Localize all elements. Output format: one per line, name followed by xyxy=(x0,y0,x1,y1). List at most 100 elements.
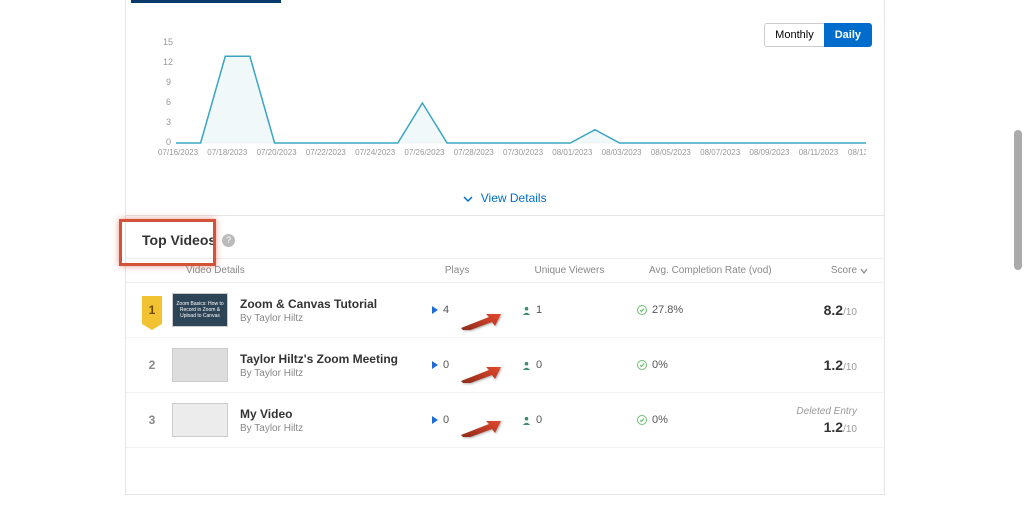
rate-value: 0% xyxy=(652,414,668,426)
video-meta: Zoom & Canvas Tutorial By Taylor Hiltz xyxy=(240,297,432,324)
svg-text:07/24/2023: 07/24/2023 xyxy=(355,148,396,157)
chart-area: Monthly Daily 0 3 6 9 12 15 07/16/202307… xyxy=(126,3,884,183)
svg-text:3: 3 xyxy=(166,117,171,127)
granularity-toggle: Monthly Daily xyxy=(764,23,872,47)
video-thumbnail[interactable] xyxy=(172,348,228,382)
play-icon xyxy=(432,306,438,314)
rank-cell: 1 xyxy=(142,296,162,324)
x-axis: 07/16/2023 07/18/2023 07/20/2023 07/22/2023… xyxy=(158,148,866,157)
col-header-rate: Avg. Completion Rate (vod) xyxy=(649,265,788,276)
chart-panel: Monthly Daily 0 3 6 9 12 15 07/16/202307… xyxy=(125,0,885,220)
viewers-metric: 0 xyxy=(522,414,637,426)
score-metric: 1.2/10 xyxy=(777,357,857,373)
top-videos-panel: Top Videos ? Video Details Plays Unique … xyxy=(125,215,885,495)
video-author: By Taylor Hiltz xyxy=(240,423,432,434)
video-title[interactable]: My Video xyxy=(240,407,432,421)
viewers-metric: 0 xyxy=(522,359,637,371)
person-icon xyxy=(522,416,531,425)
score-metric: Deleted Entry 1.2/10 xyxy=(777,406,857,435)
table-row[interactable]: 2 Taylor Hiltz's Zoom Meeting By Taylor Hi… xyxy=(126,338,884,393)
col-header-plays: Plays xyxy=(445,265,535,276)
chevron-down-icon xyxy=(463,194,473,204)
video-title[interactable]: Zoom & Canvas Tutorial xyxy=(240,297,432,311)
svg-text:12: 12 xyxy=(163,57,173,67)
line-chart: 0 3 6 9 12 15 07/16/2023 07/18/2023 07/20/… xyxy=(146,13,866,163)
svg-text:07/30/2023: 07/30/2023 xyxy=(503,148,544,157)
completion-rate-metric: 0% xyxy=(637,414,777,426)
video-author: By Taylor Hiltz xyxy=(240,313,432,324)
plays-metric: 0 xyxy=(432,414,522,426)
svg-text:6: 6 xyxy=(166,97,171,107)
score-value: 8.2 xyxy=(824,302,843,318)
svg-text:07/16/2023: 07/16/2023 xyxy=(158,148,199,157)
score-denom: /10 xyxy=(843,307,857,318)
svg-text:07/22/2023: 07/22/2023 xyxy=(306,148,347,157)
svg-text:08/09/2023: 08/09/2023 xyxy=(749,148,790,157)
page-root: Monthly Daily 0 3 6 9 12 15 07/16/202307… xyxy=(0,0,1024,517)
check-circle-icon xyxy=(637,305,647,315)
svg-text:9: 9 xyxy=(166,77,171,87)
svg-text:0: 0 xyxy=(166,137,171,147)
person-icon xyxy=(522,306,531,315)
viewers-value: 1 xyxy=(536,304,542,316)
completion-rate-metric: 0% xyxy=(637,359,777,371)
table-row[interactable]: 3 My Video By Taylor Hiltz 0 0 0% Deleted Entr… xyxy=(126,393,884,448)
completion-rate-metric: 27.8% xyxy=(637,304,777,316)
play-icon xyxy=(432,361,438,369)
viewers-metric: 1 xyxy=(522,304,637,316)
svg-text:08/13/2023: 08/13/2023 xyxy=(848,148,866,157)
monthly-toggle-button[interactable]: Monthly xyxy=(764,23,824,47)
rank-cell: 3 xyxy=(142,413,162,427)
rank-badge: 1 xyxy=(142,296,162,324)
svg-text:07/20/2023: 07/20/2023 xyxy=(257,148,298,157)
score-value: 1.2 xyxy=(824,357,843,373)
page-scrollbar[interactable] xyxy=(1014,130,1022,270)
rank-cell: 2 xyxy=(142,358,162,372)
table-body: 1 Zoom Basics: How to Record in Zoom & Up… xyxy=(126,283,884,448)
check-circle-icon xyxy=(637,415,647,425)
svg-text:07/26/2023: 07/26/2023 xyxy=(404,148,445,157)
col-header-score[interactable]: Score xyxy=(788,265,868,276)
view-details-link[interactable]: View Details xyxy=(126,183,884,219)
chevron-down-icon xyxy=(860,267,868,275)
chart-area-fill xyxy=(176,56,866,143)
plays-value: 4 xyxy=(443,304,449,316)
video-thumbnail[interactable] xyxy=(172,403,228,437)
svg-text:15: 15 xyxy=(163,37,173,47)
view-details-label: View Details xyxy=(481,191,547,205)
col-header-score-label: Score xyxy=(831,265,857,276)
info-icon[interactable]: ? xyxy=(222,234,235,247)
viewers-value: 0 xyxy=(536,414,542,426)
video-title[interactable]: Taylor Hiltz's Zoom Meeting xyxy=(240,352,432,366)
video-meta: My Video By Taylor Hiltz xyxy=(240,407,432,434)
rate-value: 0% xyxy=(652,359,668,371)
svg-text:08/11/2023: 08/11/2023 xyxy=(799,148,839,157)
svg-text:08/01/2023: 08/01/2023 xyxy=(552,148,593,157)
table-header-row: Video Details Plays Unique Viewers Avg. … xyxy=(126,258,884,283)
svg-text:07/18/2023: 07/18/2023 xyxy=(207,148,248,157)
plays-value: 0 xyxy=(443,359,449,371)
section-title: Top Videos xyxy=(142,232,216,248)
plays-metric: 4 xyxy=(432,304,522,316)
table-row[interactable]: 1 Zoom Basics: How to Record in Zoom & Up… xyxy=(126,283,884,338)
svg-text:08/07/2023: 08/07/2023 xyxy=(700,148,741,157)
viewers-value: 0 xyxy=(536,359,542,371)
svg-text:08/05/2023: 08/05/2023 xyxy=(651,148,692,157)
video-thumbnail[interactable]: Zoom Basics: How to Record in Zoom & Upl… xyxy=(172,293,228,327)
score-denom: /10 xyxy=(843,424,857,435)
svg-text:08/03/2023: 08/03/2023 xyxy=(602,148,643,157)
score-metric: 8.2/10 xyxy=(777,302,857,318)
svg-text:07/28/2023: 07/28/2023 xyxy=(454,148,495,157)
score-value: 1.2 xyxy=(824,419,843,435)
col-header-viewers: Unique Viewers xyxy=(534,265,649,276)
video-author: By Taylor Hiltz xyxy=(240,368,432,379)
person-icon xyxy=(522,361,531,370)
plays-metric: 0 xyxy=(432,359,522,371)
chart-line-path xyxy=(176,56,866,143)
video-meta: Taylor Hiltz's Zoom Meeting By Taylor Hil… xyxy=(240,352,432,379)
plays-value: 0 xyxy=(443,414,449,426)
daily-toggle-button[interactable]: Daily xyxy=(824,23,872,47)
score-denom: /10 xyxy=(843,362,857,373)
deleted-label: Deleted Entry xyxy=(777,406,857,417)
check-circle-icon xyxy=(637,360,647,370)
